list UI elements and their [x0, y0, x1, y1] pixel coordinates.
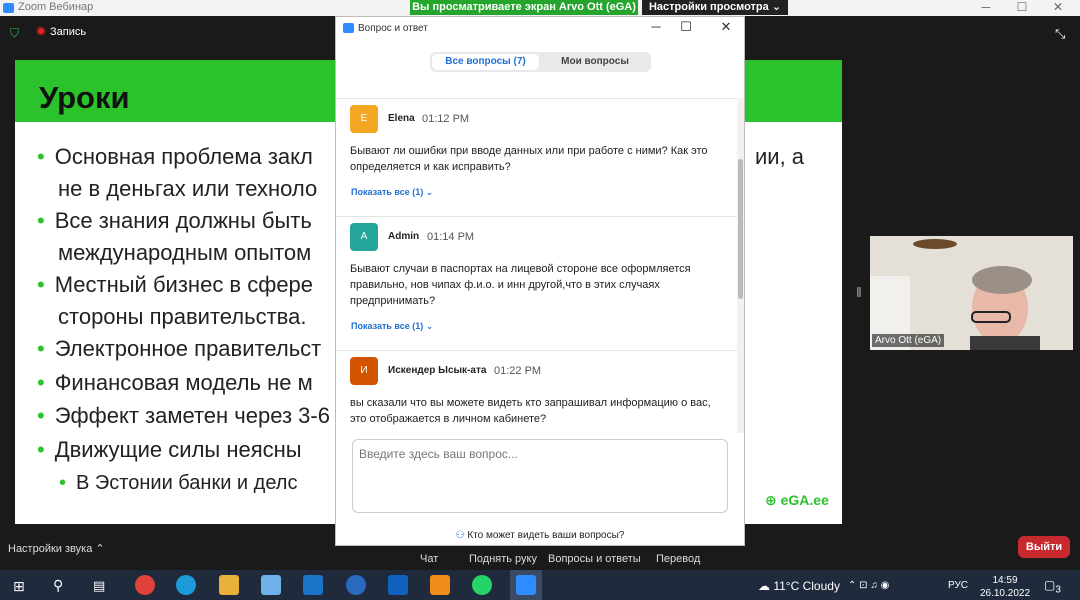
qa-button[interactable]: Вопросы и ответы — [548, 553, 641, 565]
recording-indicator[interactable]: Запись — [36, 26, 86, 38]
question-text: Бывают случаи в паспортах на лицевой сто… — [350, 263, 691, 307]
window-title: Zoom Вебинар — [18, 1, 94, 13]
who-can-see-link[interactable]: ⚇ Кто может видеть ваши вопросы? — [336, 530, 744, 541]
record-icon — [36, 26, 46, 36]
leave-button[interactable]: Выйти — [1018, 536, 1070, 558]
zoom-taskbar-icon[interactable] — [516, 575, 536, 595]
share-banner: Вы просматриваете экран Arvo Ott (eGA) — [410, 0, 638, 15]
tray-icons[interactable]: ⌃ ⊡ ♫ ◉ — [848, 580, 889, 591]
slide-bullet: • Основная проблема закл — [37, 144, 313, 169]
question-item: E Elena 01:12 PM Бывают ли ошибки при вв… — [336, 98, 738, 216]
slide-bullet: • Финансовая модель не м — [37, 370, 313, 395]
show-all-link[interactable]: Показать все (1) ⌄ — [351, 187, 433, 198]
clock[interactable]: 14:59 26.10.2022 — [978, 574, 1032, 600]
qa-tabs: Все вопросы (7) Мои вопросы — [430, 52, 651, 72]
minimize-button[interactable]: ─ — [968, 0, 1004, 16]
chrome-icon[interactable] — [135, 575, 155, 595]
qa-close-button[interactable]: ✕ — [712, 19, 740, 35]
question-list: E Elena 01:12 PM Бывают ли ошибки при вв… — [336, 98, 738, 433]
tab-my-questions[interactable]: Мои вопросы — [541, 54, 649, 70]
speaker-image — [870, 236, 1073, 350]
speaker-video[interactable] — [870, 236, 1073, 350]
app-icon[interactable] — [346, 575, 366, 595]
scrollbar-thumb[interactable] — [738, 159, 743, 299]
file-explorer-icon[interactable] — [219, 575, 239, 595]
zoom-logo-icon — [343, 23, 354, 33]
edge-icon[interactable] — [176, 575, 196, 595]
ega-logo: ⊕ eGA.ee — [765, 492, 829, 508]
slide-bullet-cont: международным опытом — [58, 240, 312, 265]
author-name: Elena — [388, 113, 415, 124]
view-options-button[interactable]: Настройки просмотра ⌄ — [642, 0, 788, 15]
question-time: 01:12 PM — [422, 113, 470, 125]
qa-window: Вопрос и ответ ─ ☐ ✕ Все вопросы (7) Мои… — [335, 16, 745, 546]
split-handle[interactable]: ‖ — [856, 284, 862, 300]
tab-all-questions[interactable]: Все вопросы (7) — [432, 54, 539, 70]
zoom-logo-icon — [3, 3, 14, 13]
close-button[interactable]: ✕ — [1040, 0, 1076, 16]
search-icon[interactable]: ⚲ — [53, 577, 63, 594]
outlook-icon[interactable] — [388, 575, 408, 595]
person-icon: ⚇ — [455, 530, 468, 541]
author-name: Искендер Ысык-ата — [388, 365, 487, 376]
slide-bullet: • Электронное правительст — [37, 336, 322, 361]
mail-icon[interactable] — [303, 575, 323, 595]
cloud-icon: ☁ — [758, 579, 774, 593]
recording-label: Запись — [50, 26, 87, 38]
raise-hand-button[interactable]: Поднять руку — [469, 553, 537, 565]
avatar: И — [350, 357, 378, 385]
maximize-button[interactable]: ☐ — [1004, 0, 1040, 16]
slide-bullet: • Движущие силы неясны — [37, 437, 302, 462]
author-name: Admin — [388, 231, 420, 242]
sound-settings-button[interactable]: Настройки звука ⌃ — [8, 542, 105, 555]
fullscreen-icon[interactable]: ⤡ — [1055, 26, 1065, 42]
question-text: Бывают ли ошибки при вводе данных или пр… — [350, 145, 708, 173]
view-options-label: Настройки просмотра — [648, 1, 769, 13]
store-icon[interactable] — [261, 575, 281, 595]
weather-widget[interactable]: ☁ 11°C Cloudy — [758, 579, 840, 593]
slide-bullet-cont: стороны правительства. — [58, 304, 307, 329]
app-orange-icon[interactable] — [430, 575, 450, 595]
slide-bullet: • Местный бизнес в сфере — [37, 272, 314, 297]
qa-minimize-button[interactable]: ─ — [642, 19, 670, 34]
slide-title: Уроки — [39, 80, 130, 115]
question-input[interactable]: Введите здесь ваш вопрос... — [352, 439, 728, 513]
question-item: И Искендер Ысык-ата 01:22 PM вы сказали … — [336, 350, 738, 433]
question-input-placeholder: Введите здесь ваш вопрос... — [359, 447, 518, 461]
slide-bullet-cont: не в деньгах или техноло — [58, 176, 318, 201]
question-item: A Admin 01:14 PM Бывают случаи в паспорт… — [336, 216, 738, 350]
show-all-link[interactable]: Показать все (1) ⌄ — [351, 321, 433, 332]
task-view-icon[interactable]: ▤ — [93, 578, 105, 594]
slide-bullet: • Эффект заметен через 3-6 — [37, 403, 330, 428]
slide-subbullet: • В Эстонии банки и делс — [59, 472, 298, 494]
slide-right-fragment: ии, а — [755, 144, 805, 169]
language-indicator[interactable]: РУС — [948, 580, 968, 591]
windows-start-icon[interactable]: ⊞ — [13, 578, 25, 595]
avatar: A — [350, 223, 378, 251]
qa-maximize-button[interactable]: ☐ — [672, 19, 700, 35]
whatsapp-icon[interactable] — [472, 575, 492, 595]
question-text: вы сказали что вы можете видеть кто запр… — [350, 397, 711, 425]
speaker-name-label: Arvo Ott (eGA) — [872, 334, 945, 347]
chat-button[interactable]: Чат — [420, 553, 438, 565]
slide-bullet: • Все знания должны быть — [37, 208, 312, 233]
question-time: 01:22 PM — [494, 365, 542, 377]
shield-icon[interactable]: ⛉ — [10, 26, 23, 40]
question-time: 01:14 PM — [427, 231, 475, 243]
translate-button[interactable]: Перевод — [656, 553, 700, 565]
notification-icon[interactable]: ▢3 — [1044, 578, 1061, 595]
avatar: E — [350, 105, 378, 133]
qa-title: Вопрос и ответ — [358, 23, 428, 34]
